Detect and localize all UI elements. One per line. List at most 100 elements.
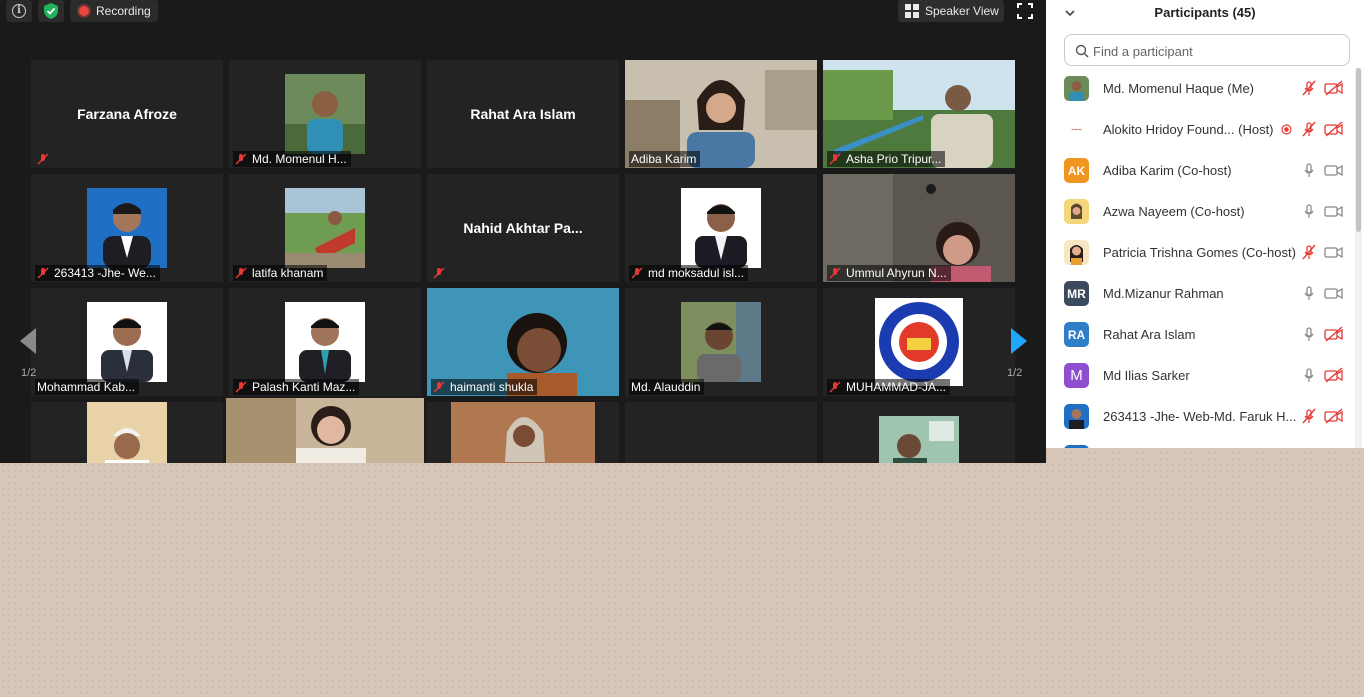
participant-row[interactable]: Patricia Trishna Gomes (Co-host) xyxy=(1046,232,1356,273)
video-off-icon[interactable] xyxy=(1324,121,1344,137)
video-icon[interactable] xyxy=(1324,244,1344,260)
participants-scrollbar[interactable] xyxy=(1355,68,1362,448)
mic-muted-icon[interactable] xyxy=(1301,121,1317,137)
mic-muted-icon[interactable] xyxy=(1301,244,1317,260)
scrollbar-thumb[interactable] xyxy=(1356,68,1361,232)
tile-name: Md. Momenul H... xyxy=(252,152,347,166)
fullscreen-icon xyxy=(1017,3,1033,19)
mic-muted-icon xyxy=(631,267,643,279)
tile-label xyxy=(35,151,58,167)
participant-row[interactable]: MR Md.Mizanur Rahman xyxy=(1046,273,1356,314)
mic-icon[interactable] xyxy=(1301,203,1317,219)
tile-name-display: Farzana Afroze xyxy=(77,106,177,122)
mic-icon[interactable] xyxy=(1301,326,1317,342)
profile-photo xyxy=(285,74,365,154)
participant-row[interactable]: Azwa Nayeem (Co-host) xyxy=(1046,191,1356,232)
mic-muted-icon[interactable] xyxy=(1301,408,1317,424)
video-off-icon[interactable] xyxy=(1324,367,1344,383)
participant-row[interactable] xyxy=(1046,437,1356,448)
tile-name: md moksadul isl... xyxy=(648,266,745,280)
participant-name: Patricia Trishna Gomes (Co-host) xyxy=(1103,245,1296,260)
tile-label xyxy=(431,265,454,281)
next-page-arrow-icon[interactable] xyxy=(1003,326,1033,356)
mic-muted-icon[interactable] xyxy=(1301,80,1317,96)
participant-name: Md.Mizanur Rahman xyxy=(1103,286,1224,301)
video-tile[interactable]: haimanti shukla xyxy=(427,288,619,396)
participant-row[interactable]: AK Adiba Karim (Co-host) xyxy=(1046,150,1356,191)
tile-name-display: Rahat Ara Islam xyxy=(470,106,576,122)
video-tile[interactable]: Md. Alauddin xyxy=(625,288,817,396)
avatar-initials: AK xyxy=(1064,158,1089,183)
video-tile[interactable]: Rahat Ara Islam xyxy=(427,60,619,168)
avatar xyxy=(1064,404,1089,429)
active-speaker-tile[interactable] xyxy=(226,398,424,463)
shield-check-icon xyxy=(44,3,58,19)
video-tile[interactable]: latifa khanam xyxy=(229,174,421,282)
participant-search[interactable] xyxy=(1064,34,1350,66)
participant-row[interactable]: 263413 -Jhe- Web-Md. Faruk H... xyxy=(1046,396,1356,437)
tile-label: Md. Momenul H... xyxy=(233,151,351,167)
tile-name: haimanti shukla xyxy=(450,380,534,394)
fullscreen-button[interactable] xyxy=(1012,0,1038,22)
search-input[interactable] xyxy=(1093,41,1343,61)
mic-icon[interactable] xyxy=(1301,285,1317,301)
mic-icon[interactable] xyxy=(1301,367,1317,383)
video-off-icon[interactable] xyxy=(1324,408,1344,424)
profile-photo xyxy=(681,188,761,268)
mic-icon[interactable] xyxy=(1301,162,1317,178)
participant-name: Alokito Hridoy Found... (Host) xyxy=(1103,122,1274,137)
tile-name: Md. Alauddin xyxy=(631,380,701,394)
tile-name: latifa khanam xyxy=(252,266,324,280)
speaker-view-label: Speaker View xyxy=(925,4,999,18)
mic-muted-icon xyxy=(235,153,247,165)
video-tile[interactable] xyxy=(31,402,223,463)
video-tile[interactable]: Palash Kanti Maz... xyxy=(229,288,421,396)
mic-muted-icon xyxy=(235,381,247,393)
video-icon[interactable] xyxy=(1324,285,1344,301)
participant-row[interactable]: ~~~ Alokito Hridoy Found... (Host) xyxy=(1046,109,1356,150)
video-tile[interactable]: md moksadul isl... xyxy=(625,174,817,282)
profile-photo xyxy=(87,188,167,268)
video-tile[interactable]: MUHAMMAD-JA... xyxy=(823,288,1015,396)
tile-label: Ummul Ahyrun N... xyxy=(827,265,951,281)
participant-name: 263413 -Jhe- Web-Md. Faruk H... xyxy=(1103,409,1297,424)
video-tile[interactable] xyxy=(625,402,817,463)
tile-label: Adiba Karim xyxy=(629,151,701,167)
profile-photo xyxy=(879,416,959,463)
meeting-info-button[interactable]: i xyxy=(6,0,32,22)
video-tile[interactable]: Md. Momenul H... xyxy=(229,60,421,168)
recording-indicator[interactable]: Recording xyxy=(70,0,158,22)
speaker-view-button[interactable]: Speaker View xyxy=(898,0,1004,22)
participant-row[interactable]: Md. Momenul Haque (Me) xyxy=(1046,68,1356,109)
video-tile[interactable]: Mohammad Kab... xyxy=(31,288,223,396)
previous-page-arrow-icon[interactable] xyxy=(14,326,44,356)
video-icon[interactable] xyxy=(1324,162,1344,178)
video-tile[interactable]: 263413 -Jhe- We... xyxy=(31,174,223,282)
participants-header: Participants (45) xyxy=(1046,0,1364,28)
info-icon: i xyxy=(12,4,26,18)
participant-row[interactable]: M Md Ilias Sarker xyxy=(1046,355,1356,396)
school-logo xyxy=(875,298,963,386)
video-tile[interactable]: Nahid Akhtar Pa... xyxy=(427,174,619,282)
video-tile[interactable] xyxy=(823,402,1015,463)
mic-muted-icon xyxy=(433,267,445,279)
tile-name: Adiba Karim xyxy=(631,152,697,166)
avatar-initials: RA xyxy=(1064,322,1089,347)
video-tile[interactable]: Adiba Karim xyxy=(625,60,817,168)
participant-row[interactable]: RA Rahat Ara Islam xyxy=(1046,314,1356,355)
avatar-initials: M xyxy=(1064,363,1089,388)
security-button[interactable] xyxy=(38,0,64,22)
video-tile[interactable]: Ummul Ahyrun N... xyxy=(823,174,1015,282)
video-tile[interactable]: Farzana Afroze xyxy=(31,60,223,168)
video-off-icon[interactable] xyxy=(1324,80,1344,96)
page-indicator-left: 1/2 xyxy=(21,367,37,379)
video-tile[interactable] xyxy=(427,402,619,463)
video-icon[interactable] xyxy=(1324,203,1344,219)
video-off-icon[interactable] xyxy=(1324,326,1344,342)
tile-name: Palash Kanti Maz... xyxy=(252,380,356,394)
avatar-initials: MR xyxy=(1064,281,1089,306)
tile-name: Mohammad Kab... xyxy=(37,380,136,394)
participant-name: Rahat Ara Islam xyxy=(1103,327,1196,342)
participants-title: Participants (45) xyxy=(1154,5,1256,20)
video-tile[interactable]: Asha Prio Tripur... xyxy=(823,60,1015,168)
